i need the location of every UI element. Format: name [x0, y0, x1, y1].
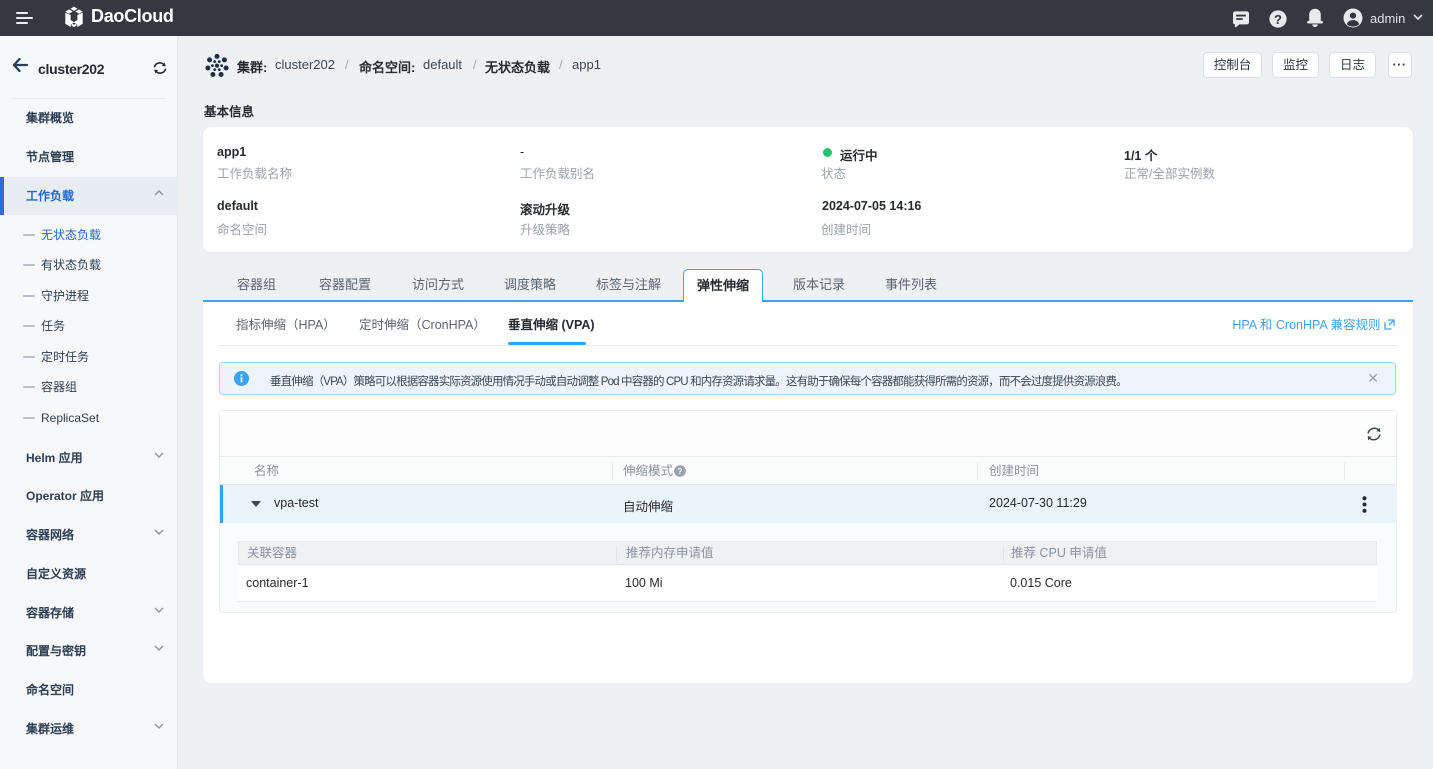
svg-text:?: ? [1274, 12, 1282, 27]
svg-text:?: ? [677, 466, 682, 476]
